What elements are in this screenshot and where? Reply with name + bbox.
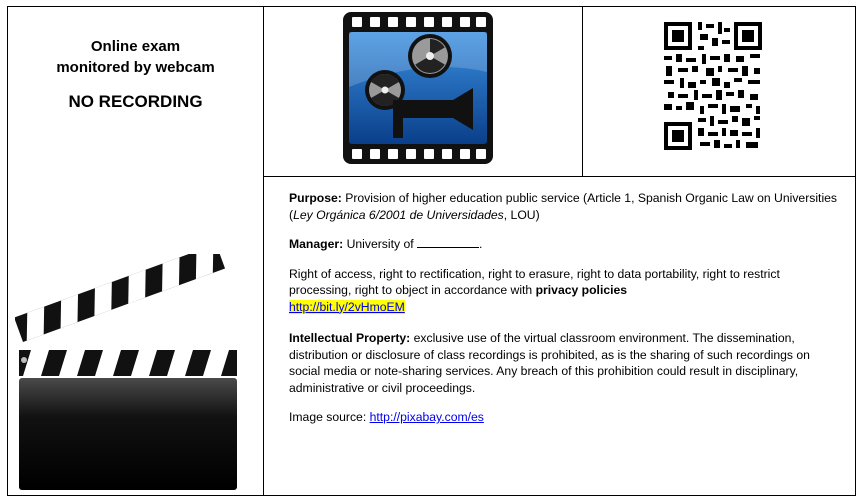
clapperboard-icon xyxy=(15,254,237,490)
manager-paragraph: Manager: University of . xyxy=(289,236,844,253)
exam-notice: Online exam monitored by webcam NO RECOR… xyxy=(8,36,263,112)
manager-text: University of xyxy=(346,237,414,251)
manager-end: . xyxy=(479,237,483,251)
notice-line-2: monitored by webcam xyxy=(56,59,215,76)
column-divider xyxy=(582,6,583,176)
image-source-label: Image source: xyxy=(289,410,367,424)
purpose-paragraph: Purpose: Provision of higher education p… xyxy=(289,190,844,223)
image-source-link[interactable]: http://pixabay.com/es xyxy=(370,410,484,424)
ip-label: Intellectual Property: xyxy=(289,331,411,345)
film-projector-icon xyxy=(343,12,493,164)
privacy-policies-label: privacy policies xyxy=(535,283,628,297)
rights-paragraph: Right of access, right to rectification,… xyxy=(289,266,844,316)
intellectual-property-paragraph: Intellectual Property: exclusive use of … xyxy=(289,330,844,396)
notice-line-1: Online exam xyxy=(90,38,181,55)
purpose-label: Purpose: xyxy=(289,191,342,205)
purpose-law: Ley Orgánica 6/2001 de Universidades xyxy=(293,207,504,222)
purpose-end: , LOU) xyxy=(503,207,540,222)
manager-blank-field xyxy=(417,236,480,248)
privacy-policy-link[interactable]: http://bit.ly/2vHmoEM xyxy=(289,299,405,314)
column-divider xyxy=(263,6,264,496)
manager-label: Manager: xyxy=(289,237,344,251)
row-divider xyxy=(263,176,856,177)
image-source-paragraph: Image source: http://pixabay.com/es xyxy=(289,409,844,426)
rights-text: Right of access, right to rectification,… xyxy=(289,266,780,298)
data-protection-info: Purpose: Provision of higher education p… xyxy=(289,190,844,439)
no-recording-label: NO RECORDING xyxy=(68,92,203,111)
qr-code xyxy=(662,20,764,152)
